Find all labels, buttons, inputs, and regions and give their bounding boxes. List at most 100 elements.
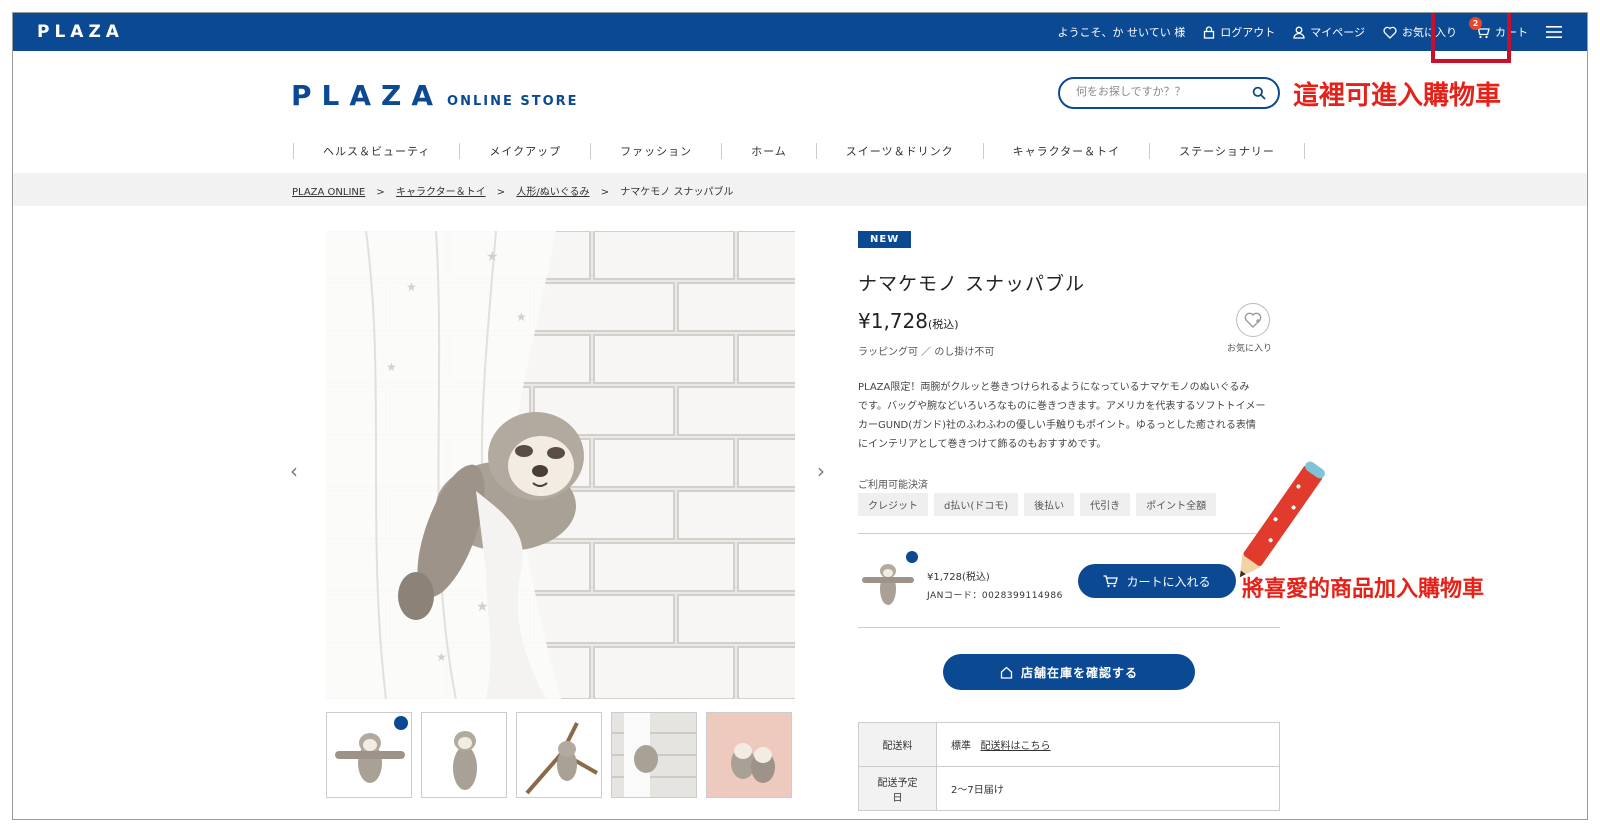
shipping-table: 配送料 標準 配送料はこちら 配送予定日 2～7日届け xyxy=(858,722,1280,811)
add-to-cart-label: カートに入れる xyxy=(1126,574,1211,589)
favorite-label: お気に入り xyxy=(1227,344,1273,354)
payment-methods-label: ご利用可能決済 xyxy=(858,480,928,491)
topbar-logo[interactable]: PLAZA xyxy=(37,22,124,42)
category-character-toy[interactable]: キャラクター＆トイ xyxy=(982,143,1150,159)
gallery-prev-arrow[interactable]: ‹ xyxy=(290,459,298,483)
shipping-fee-cell: 標準 配送料はこちら xyxy=(936,722,1280,767)
svg-text:★: ★ xyxy=(406,280,417,294)
table-row: 配送予定日 2～7日届け xyxy=(858,766,1280,811)
gallery-next-arrow[interactable]: › xyxy=(817,459,825,483)
thumbnail-strip xyxy=(326,712,801,798)
thumbnail-image xyxy=(517,713,601,797)
thumbnail-image xyxy=(612,713,696,797)
price-value: ¥1,728 xyxy=(858,309,928,333)
category-nav: ヘルス＆ビューティ メイクアップ ファッション ホーム スイーツ＆ドリンク キャ… xyxy=(293,140,1305,162)
category-health-beauty[interactable]: ヘルス＆ビューティ xyxy=(293,143,459,159)
breadcrumb-category[interactable]: キャラクター＆トイ xyxy=(396,187,486,198)
shipping-fee-label: 配送料 xyxy=(858,722,937,767)
logout-label: ログアウト xyxy=(1220,26,1276,39)
payment-chip-points: ポイント全額 xyxy=(1136,493,1217,516)
breadcrumb-separator: > xyxy=(496,187,506,198)
browser-frame: PLAZA ようこそ、か せいてい 様 ログアウト マイページ お気に入り 2 … xyxy=(12,12,1588,820)
favorite-button[interactable] xyxy=(1236,303,1270,337)
delivery-eta-label: 配送予定日 xyxy=(858,766,937,811)
shipping-fee-value: 標準 xyxy=(951,741,971,752)
breadcrumb: PLAZA ONLINE > キャラクター＆トイ > 人形/ぬいぐるみ > ナマ… xyxy=(292,183,733,198)
product-main-image[interactable]: ★ ★ ★ ★ ★ ★ xyxy=(326,231,795,699)
heart-plus-icon xyxy=(1244,312,1262,328)
svg-text:★: ★ xyxy=(486,249,499,265)
thumbnail-1[interactable] xyxy=(326,712,412,798)
wrapping-note: ラッピング可 ／ のし掛け不可 xyxy=(858,347,995,358)
divider xyxy=(858,627,1280,628)
mypage-link[interactable]: マイページ xyxy=(1293,24,1365,40)
annotation-cart-note: 這裡可進入購物車 xyxy=(1293,81,1502,111)
hamburger-icon xyxy=(1546,26,1562,38)
brand-logo[interactable]: PLAZA ONLINE STORE xyxy=(291,79,579,112)
menu-button[interactable] xyxy=(1546,25,1567,39)
cart-highlight-box xyxy=(1431,13,1511,63)
user-icon xyxy=(1293,26,1305,39)
product-description: PLAZA限定！両腕がクルッと巻きつけられるようになっているナマケモノのぬいぐる… xyxy=(858,378,1280,454)
home-icon xyxy=(1000,666,1013,679)
thumbnail-image xyxy=(707,713,791,797)
add-to-cart-button[interactable]: カートに入れる xyxy=(1078,564,1236,598)
sku-price: ¥1,728(税込) xyxy=(927,572,990,583)
thumbnail-5[interactable] xyxy=(706,712,792,798)
sku-jan-code: JANコード：0028399114986 xyxy=(927,591,1063,601)
breadcrumb-current: ナマケモノ スナッパブル xyxy=(620,187,734,198)
payment-chip-dbarai: d払い(ドコモ) xyxy=(934,493,1019,516)
brand-subtitle: ONLINE STORE xyxy=(447,94,579,109)
price-tax-note: (税込) xyxy=(927,318,959,331)
product-title: ナマケモノ スナッパブル xyxy=(858,273,1086,295)
payment-methods: クレジット d払い(ドコモ) 後払い 代引き ポイント全額 xyxy=(858,493,1222,516)
search-icon[interactable] xyxy=(1252,86,1266,100)
greeting: ようこそ、か せいてい 様 xyxy=(1057,26,1186,39)
pencil-illustration xyxy=(1239,461,1325,578)
top-bar: PLAZA ようこそ、か せいてい 様 ログアウト マイページ お気に入り 2 … xyxy=(13,13,1587,51)
breadcrumb-bar: PLAZA ONLINE > キャラクター＆トイ > 人形/ぬいぐるみ > ナマ… xyxy=(13,173,1587,206)
category-makeup[interactable]: メイクアップ xyxy=(459,143,590,159)
category-sweets-drinks[interactable]: スイーツ＆ドリンク xyxy=(815,143,983,159)
thumbnail-image xyxy=(327,713,411,797)
logout-link[interactable]: ログアウト xyxy=(1203,24,1275,40)
delivery-eta-value: 2～7日届け xyxy=(936,766,1280,811)
sku-image xyxy=(862,551,918,605)
heart-icon xyxy=(1383,26,1397,39)
check-store-stock-button[interactable]: 店舗在庫を確認する xyxy=(943,654,1195,690)
shipping-fee-link[interactable]: 配送料はこちら xyxy=(981,741,1051,752)
svg-text:★: ★ xyxy=(436,650,447,664)
search-input[interactable] xyxy=(1076,85,1246,98)
category-home[interactable]: ホーム xyxy=(721,143,816,159)
new-badge: NEW xyxy=(858,231,912,248)
svg-text:★: ★ xyxy=(386,360,397,374)
product-photo: ★ ★ ★ ★ ★ ★ xyxy=(326,231,795,699)
thumbnail-2[interactable] xyxy=(421,712,507,798)
brand-name: PLAZA xyxy=(291,79,444,112)
cart-icon xyxy=(1103,574,1119,587)
sku-thumbnail xyxy=(858,551,920,613)
breadcrumb-subcategory[interactable]: 人形/ぬいぐるみ xyxy=(516,187,589,198)
description-line: です。バッグや腕などいろいろなものに巻きつきます。アメリカを代表するソフトトイメ… xyxy=(858,401,1266,412)
description-line: にインテリアとして巻きつけて飾るのもおすすめです。 xyxy=(858,439,1107,450)
breadcrumb-home[interactable]: PLAZA ONLINE xyxy=(292,187,365,198)
description-line: PLAZA限定！両腕がクルッと巻きつけられるようになっているナマケモノのぬいぐる… xyxy=(858,382,1250,393)
divider xyxy=(858,533,1280,534)
breadcrumb-separator: > xyxy=(600,187,610,198)
breadcrumb-separator: > xyxy=(376,187,385,198)
product-price: ¥1,728(税込) xyxy=(858,309,959,333)
search-box xyxy=(1058,77,1280,109)
svg-text:★: ★ xyxy=(476,599,489,615)
svg-text:★: ★ xyxy=(516,310,527,324)
thumbnail-image xyxy=(422,713,506,797)
category-stationery[interactable]: ステーショナリー xyxy=(1149,143,1305,159)
thumbnail-4[interactable] xyxy=(611,712,697,798)
payment-chip-credit: クレジット xyxy=(858,493,928,516)
payment-chip-cod: 代引き xyxy=(1080,493,1131,516)
annotation-add-note: 將喜愛的商品加入購物車 xyxy=(1242,577,1485,602)
table-row: 配送料 標準 配送料はこちら xyxy=(858,722,1280,767)
thumbnail-3[interactable] xyxy=(516,712,602,798)
check-stock-label: 店舗在庫を確認する xyxy=(1020,665,1138,680)
category-fashion[interactable]: ファッション xyxy=(590,143,721,159)
mypage-label: マイページ xyxy=(1310,26,1365,39)
